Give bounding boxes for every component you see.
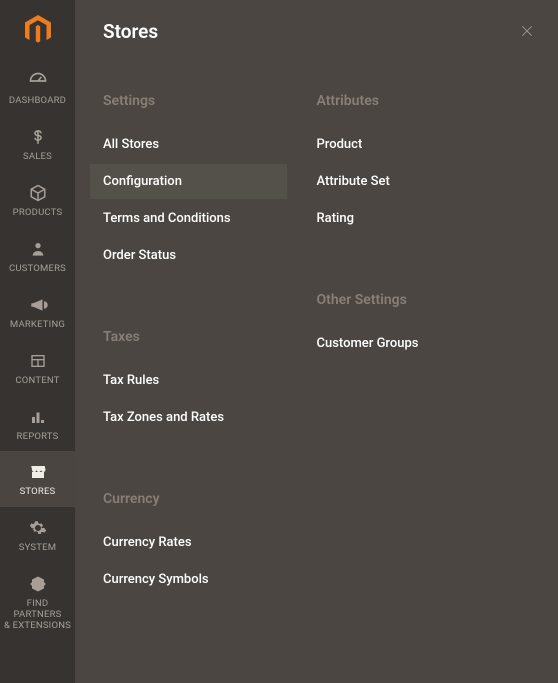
- sidebar-item-find-partners[interactable]: FIND PARTNERS& EXTENSIONS: [0, 563, 75, 641]
- gear-icon: [29, 517, 47, 539]
- panel-column-right: Attributes Product Attribute Set Rating …: [317, 83, 531, 599]
- sidebar-item-reports[interactable]: REPORTS: [0, 396, 75, 452]
- bar-chart-icon: [29, 406, 47, 428]
- layout-icon: [29, 350, 47, 372]
- storefront-icon: [28, 461, 48, 483]
- sidebar-item-label: SALES: [23, 152, 52, 163]
- sidebar-item-label: REPORTS: [17, 432, 59, 443]
- link-currency-rates[interactable]: Currency Rates: [90, 525, 287, 560]
- person-icon: [30, 238, 46, 260]
- sidebar-item-sales[interactable]: SALES: [0, 116, 75, 172]
- sidebar-item-label: FIND PARTNERS& EXTENSIONS: [2, 599, 73, 632]
- close-button[interactable]: [516, 20, 538, 42]
- megaphone-icon: [28, 294, 48, 316]
- link-order-status[interactable]: Order Status: [90, 238, 287, 273]
- admin-sidebar: DASHBOARD SALES PRODUCTS CUSTOMERS MARKE…: [0, 0, 75, 683]
- dashboard-icon: [28, 70, 48, 92]
- group-heading-attributes: Attributes: [317, 93, 531, 109]
- panel-column-left: Settings All Stores Configuration Terms …: [103, 83, 317, 599]
- cube-icon: [29, 182, 47, 204]
- close-icon: [519, 23, 535, 39]
- panel-title: Stores: [103, 20, 530, 43]
- sidebar-item-label: CUSTOMERS: [9, 264, 66, 275]
- link-terms-and-conditions[interactable]: Terms and Conditions: [90, 201, 287, 236]
- sidebar-item-products[interactable]: PRODUCTS: [0, 172, 75, 228]
- stores-flyout-panel: Stores Settings All Stores Configuration…: [75, 0, 558, 683]
- sidebar-item-label: DASHBOARD: [9, 96, 66, 107]
- sidebar-item-dashboard[interactable]: DASHBOARD: [0, 60, 75, 116]
- link-rating[interactable]: Rating: [304, 201, 501, 236]
- sidebar-item-label: MARKETING: [10, 320, 65, 331]
- link-all-stores[interactable]: All Stores: [90, 127, 287, 162]
- sidebar-item-system[interactable]: SYSTEM: [0, 507, 75, 563]
- sidebar-item-stores[interactable]: STORES: [0, 451, 75, 507]
- link-currency-symbols[interactable]: Currency Symbols: [90, 562, 287, 597]
- link-configuration[interactable]: Configuration: [90, 164, 287, 199]
- sidebar-item-label: STORES: [20, 487, 56, 498]
- group-heading-settings: Settings: [103, 93, 317, 109]
- link-tax-zones-and-rates[interactable]: Tax Zones and Rates: [90, 400, 287, 435]
- sidebar-item-customers[interactable]: CUSTOMERS: [0, 228, 75, 284]
- group-heading-other-settings: Other Settings: [317, 292, 531, 308]
- link-attribute-set[interactable]: Attribute Set: [304, 164, 501, 199]
- group-heading-currency: Currency: [103, 491, 317, 507]
- group-heading-taxes: Taxes: [103, 329, 317, 345]
- link-tax-rules[interactable]: Tax Rules: [90, 363, 287, 398]
- sidebar-item-marketing[interactable]: MARKETING: [0, 284, 75, 340]
- sidebar-item-label: PRODUCTS: [13, 208, 63, 219]
- link-customer-groups[interactable]: Customer Groups: [304, 326, 501, 361]
- magento-logo-icon: [25, 15, 51, 45]
- link-product[interactable]: Product: [304, 127, 501, 162]
- puzzle-icon: [29, 573, 47, 595]
- sidebar-item-label: SYSTEM: [19, 543, 56, 554]
- sidebar-item-label: CONTENT: [15, 376, 59, 387]
- magento-logo[interactable]: [0, 0, 75, 60]
- dollar-icon: [29, 126, 47, 148]
- sidebar-item-content[interactable]: CONTENT: [0, 340, 75, 396]
